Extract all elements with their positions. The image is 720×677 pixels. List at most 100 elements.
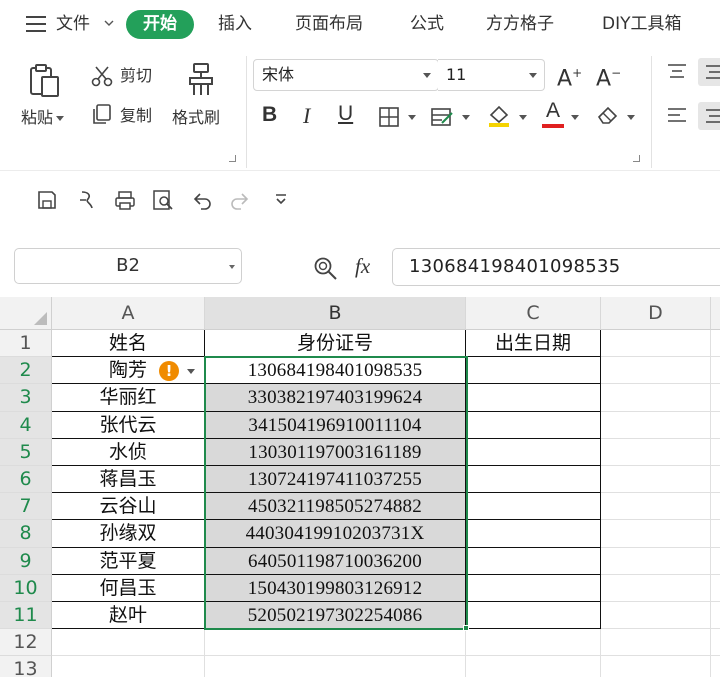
cell-c3[interactable] — [466, 384, 601, 412]
grow-font-icon[interactable]: A+ — [557, 60, 582, 92]
insert-function-fx-icon[interactable]: fx — [355, 254, 370, 279]
align-top-icon[interactable] — [666, 62, 688, 82]
font-color-icon[interactable]: A — [542, 100, 564, 128]
cell-b9[interactable]: 640501198710036200 — [205, 547, 466, 575]
cell-e8[interactable] — [711, 520, 720, 548]
paste-dropdown-icon[interactable] — [56, 116, 65, 121]
select-all-corner[interactable] — [0, 297, 52, 330]
cell-b1[interactable]: 身份证号 — [205, 330, 466, 358]
file-menu[interactable]: 文件 — [56, 12, 90, 36]
cell-b8[interactable]: 44030419910203731X — [205, 520, 466, 548]
cell-b13[interactable] — [205, 656, 466, 677]
font-name-dropdown-icon[interactable] — [423, 73, 431, 78]
cut-icon[interactable] — [91, 65, 113, 87]
shrink-font-icon[interactable]: A− — [596, 60, 621, 92]
cell-c11[interactable] — [466, 602, 601, 630]
cell-d4[interactable] — [601, 411, 711, 439]
tab-home[interactable]: 开始 — [126, 10, 194, 39]
italic-icon[interactable]: I — [303, 103, 310, 129]
copy-button[interactable]: 复制 — [120, 106, 152, 126]
cell-a3[interactable]: 华丽红 — [52, 384, 205, 412]
cell-c6[interactable] — [466, 466, 601, 494]
paste-button[interactable]: 粘贴 — [21, 108, 65, 128]
row-header[interactable]: 11 — [0, 602, 52, 630]
tab-formulas[interactable]: 公式 — [410, 12, 444, 36]
cell-b7[interactable]: 450321198505274882 — [205, 493, 466, 521]
cell-b4[interactable]: 341504196910011104 — [205, 411, 466, 439]
fill-color-icon[interactable] — [486, 102, 512, 128]
row-header[interactable]: 8 — [0, 520, 52, 548]
bold-icon[interactable]: B — [262, 103, 277, 127]
zoom-search-icon[interactable] — [313, 256, 339, 282]
cell-d12[interactable] — [601, 629, 711, 657]
cell-a8[interactable]: 孙缘双 — [52, 520, 205, 548]
align-center-button[interactable] — [698, 102, 720, 130]
tab-page-layout[interactable]: 页面布局 — [295, 12, 363, 36]
print-preview-icon[interactable] — [152, 189, 174, 211]
cell-a12[interactable] — [52, 629, 205, 657]
cell-a9[interactable]: 范平夏 — [52, 547, 205, 575]
align-middle-button[interactable] — [698, 58, 720, 86]
font-name-select[interactable]: 宋体 — [253, 59, 439, 91]
row-header[interactable]: 4 — [0, 411, 52, 439]
cell-e4[interactable] — [711, 412, 720, 439]
cell-e6[interactable] — [711, 466, 720, 494]
font-color-dropdown-icon[interactable] — [571, 115, 579, 120]
redo-icon[interactable] — [228, 189, 250, 211]
row-header[interactable]: 13 — [0, 656, 52, 677]
cell-c7[interactable] — [466, 493, 601, 521]
cell-d8[interactable] — [601, 520, 711, 548]
cell-c5[interactable] — [466, 438, 601, 466]
file-menu-chevron-icon[interactable] — [104, 18, 114, 28]
cell-e3[interactable] — [711, 384, 720, 412]
cell-b6[interactable]: 130724197411037255 — [205, 466, 466, 494]
row-header[interactable]: 10 — [0, 574, 52, 602]
fill-handle[interactable] — [463, 625, 469, 632]
cell-b5[interactable]: 130301197003161189 — [205, 438, 466, 466]
cell-d5[interactable] — [601, 438, 711, 466]
customize-toolbar-chevron-icon[interactable] — [270, 189, 292, 211]
font-size-select[interactable]: 11 — [438, 59, 545, 91]
cell-b11[interactable]: 520502197302254086 — [205, 602, 466, 630]
error-check-dropdown-icon[interactable] — [187, 369, 195, 375]
font-size-dropdown-icon[interactable] — [529, 73, 537, 78]
cell-a13[interactable] — [52, 656, 205, 677]
tab-insert[interactable]: 插入 — [218, 12, 252, 36]
cell-d10[interactable] — [601, 574, 711, 602]
cell-e10[interactable] — [711, 575, 720, 602]
cell-d9[interactable] — [601, 547, 711, 575]
conditional-format-dropdown-icon[interactable] — [462, 115, 470, 120]
row-header[interactable]: 1 — [0, 330, 52, 358]
cell-d7[interactable] — [601, 493, 711, 521]
cell-c12[interactable] — [466, 629, 601, 657]
name-box[interactable]: B2 — [14, 248, 242, 284]
cell-e2[interactable] — [711, 357, 720, 385]
paste-icon[interactable] — [27, 63, 63, 99]
clear-format-eraser-icon[interactable] — [596, 104, 620, 126]
cell-c13[interactable] — [466, 656, 601, 677]
column-header-c[interactable]: C — [466, 297, 601, 330]
export-pdf-icon[interactable] — [76, 189, 98, 211]
format-painter-icon[interactable] — [184, 62, 218, 98]
tab-diy-toolbox[interactable]: DIY工具箱 — [602, 12, 682, 36]
print-icon[interactable] — [114, 189, 136, 211]
cell-a10[interactable]: 何昌玉 — [52, 574, 205, 602]
column-header-d[interactable]: D — [601, 297, 711, 330]
cell-a7[interactable]: 云谷山 — [52, 493, 205, 521]
cell-a2[interactable]: 陶芳 — [52, 357, 205, 385]
cell-e5[interactable] — [711, 439, 720, 466]
cell-e11[interactable] — [711, 602, 720, 630]
cell-a5[interactable]: 水侦 — [52, 438, 205, 466]
tab-fangfang-gezi[interactable]: 方方格子 — [486, 12, 554, 36]
undo-icon[interactable] — [192, 189, 214, 211]
column-header-b[interactable]: B — [205, 297, 466, 330]
cell-e12[interactable] — [711, 629, 720, 657]
cell-c10[interactable] — [466, 574, 601, 602]
format-painter-button[interactable]: 格式刷 — [172, 108, 220, 128]
cell-d13[interactable] — [601, 656, 711, 677]
row-header[interactable]: 5 — [0, 438, 52, 466]
clear-format-dropdown-icon[interactable] — [627, 115, 635, 120]
cut-button[interactable]: 剪切 — [120, 66, 152, 86]
column-header-e[interactable] — [711, 297, 720, 330]
conditional-format-icon[interactable] — [430, 106, 454, 128]
